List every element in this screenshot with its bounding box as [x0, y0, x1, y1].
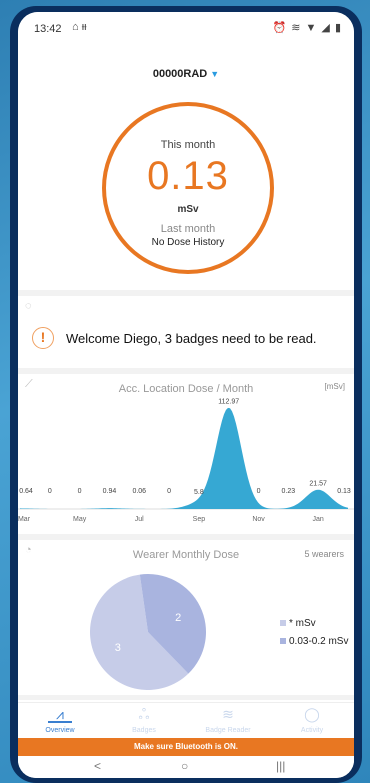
- point-label: 0.64: [19, 488, 33, 495]
- point-label: 5.8: [194, 489, 204, 496]
- x-tick-label: Jan: [313, 516, 324, 523]
- point-label: 0.06: [132, 488, 146, 495]
- tab-activity-label: Activity: [300, 727, 324, 734]
- point-label: 0.23: [282, 488, 296, 495]
- x-tick-label: May: [73, 516, 87, 523]
- welcome-card[interactable]: ◌ ! Welcome Diego, 3 badges need to be r…: [18, 296, 354, 368]
- status-right-icons: ⏰ ≋ ▼ ◢ ▮: [272, 22, 342, 34]
- bottom-tab-bar: ⩘ Overview ஃ Badges ≋ Badge Reader ◯ Act…: [18, 702, 354, 738]
- tab-badge-reader[interactable]: ≋ Badge Reader: [186, 703, 270, 739]
- tab-badge-reader-label: Badge Reader: [205, 727, 251, 734]
- location-dose-chart: 0.64 0 0 0.94 0.06 0 5.8 112.97 0 0.23 21.57 0.13 Ma…: [18, 399, 354, 523]
- tab-overview-label: Overview: [45, 727, 75, 734]
- this-month-label: This month: [160, 139, 216, 151]
- legend-label-1: * mSv: [289, 618, 316, 629]
- status-bar: 13:42 ⌂ ᵻᵻ ⏰ ≋ ▼ ◢ ▮: [18, 12, 354, 44]
- device-name: 00000RAD: [152, 68, 208, 80]
- device-selector[interactable]: 00000RAD ▼: [18, 68, 354, 80]
- recent-apps-icon[interactable]: |||: [276, 759, 285, 773]
- status-time: 13:42: [34, 23, 62, 35]
- legend-swatch-2: [280, 638, 286, 644]
- last-month-label: Last month: [160, 223, 216, 235]
- welcome-message: Welcome Diego, 3 badges need to be read.: [66, 331, 317, 346]
- system-nav-bar: < ○ |||: [18, 756, 354, 778]
- activity-icon: ◯: [304, 706, 320, 722]
- dose-header: 00000RAD ▼ This month 0.13 mSv Last month…: [18, 44, 354, 290]
- pie-slice-label: 3: [115, 642, 121, 654]
- bluetooth-banner: Make sure Bluetooth is ON.: [18, 738, 354, 756]
- point-label: 112.97: [218, 399, 239, 406]
- status-left-icons: ⌂ ᵻᵻ: [72, 21, 87, 33]
- legend-label-2: 0.03-0.2 mSv: [289, 636, 349, 647]
- app-screen: 13:42 ⌂ ᵻᵻ ⏰ ≋ ▼ ◢ ▮ 00000RAD ▼ This mont…: [18, 12, 354, 778]
- point-label: 21.57: [309, 481, 327, 488]
- dose-ring: This month 0.13 mSv Last month No Dose H…: [102, 102, 274, 274]
- location-chart-title: Acc. Location Dose / Month: [118, 383, 254, 395]
- pie-slice-label: 2: [175, 612, 181, 624]
- legend-item-1: * mSv: [280, 618, 316, 629]
- active-tab-indicator: [48, 721, 72, 723]
- point-label: 0: [48, 488, 52, 495]
- chat-icon: ◌: [25, 300, 32, 312]
- x-tick-label: Jul: [135, 516, 144, 523]
- dose-unit: mSv: [177, 204, 199, 215]
- home-icon[interactable]: ○: [181, 759, 188, 773]
- tab-overview[interactable]: ⩘ Overview: [18, 703, 102, 739]
- tab-activity[interactable]: ◯ Activity: [270, 703, 354, 739]
- legend-swatch-1: [280, 620, 286, 626]
- wearer-dose-card[interactable]: ◔ Wearer Monthly Dose 5 wearers 32 * mSv…: [18, 540, 354, 695]
- warning-icon: !: [32, 327, 54, 349]
- x-tick-label: Sep: [193, 516, 206, 523]
- point-label: 0.13: [337, 488, 351, 495]
- point-label: 0: [167, 488, 171, 495]
- dose-area-series: [20, 407, 348, 509]
- tab-badges[interactable]: ஃ Badges: [102, 703, 186, 739]
- point-label: 0: [78, 488, 82, 495]
- wifi-icon: ≋: [222, 706, 234, 722]
- location-chart-unit: [mSv]: [324, 382, 345, 391]
- location-dose-card[interactable]: ⟋ Acc. Location Dose / Month [mSv] 0.64 0…: [18, 374, 354, 534]
- dose-value: 0.13: [147, 154, 229, 198]
- last-month-value: No Dose History: [151, 237, 225, 248]
- caret-down-icon: ▼: [210, 69, 220, 79]
- point-label: 0.94: [103, 488, 117, 495]
- back-icon[interactable]: <: [94, 759, 101, 773]
- legend-item-2: 0.03-0.2 mSv: [280, 636, 348, 647]
- x-tick-label: Nov: [252, 516, 265, 523]
- point-label: 0: [257, 488, 261, 495]
- x-tick-label: Mar: [18, 516, 31, 523]
- badges-icon: ஃ: [138, 706, 150, 722]
- tab-badges-label: Badges: [132, 727, 156, 734]
